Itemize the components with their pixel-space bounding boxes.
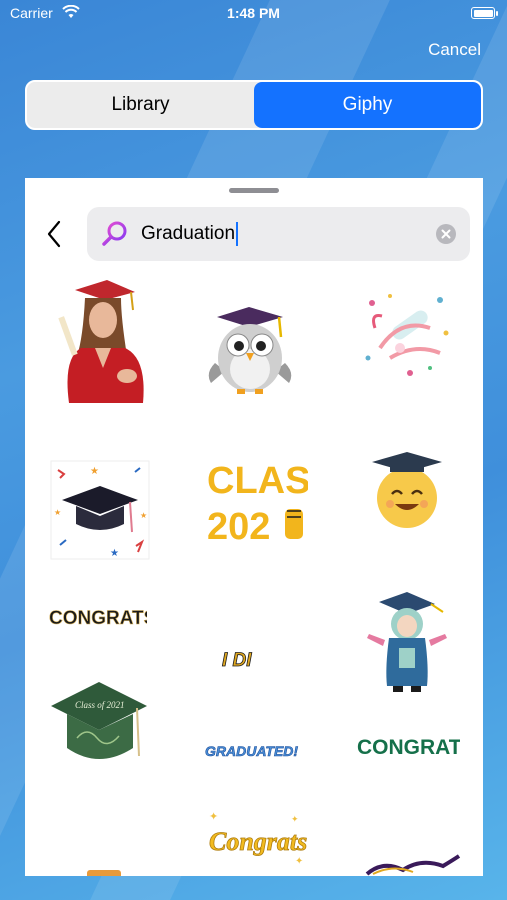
svg-text:★: ★ bbox=[90, 466, 99, 477]
status-bar: Carrier 1:48 PM bbox=[0, 0, 507, 30]
segment-giphy[interactable]: Giphy bbox=[254, 82, 481, 128]
sticker-class-2021[interactable]: CLASS 202 bbox=[203, 453, 308, 553]
sticker-green-cap-text: Class of 2021 bbox=[75, 700, 125, 710]
sticker-congrats-multicolor-text: CONGRATS bbox=[49, 608, 147, 629]
text-caret bbox=[236, 221, 239, 246]
sticker-idi-text: I DI bbox=[222, 650, 252, 671]
sticker-smiley-graduate[interactable] bbox=[370, 450, 445, 530]
sticker-partial-bottom[interactable] bbox=[87, 870, 121, 876]
sticker-green-cap-2021[interactable]: Class of 2021 bbox=[47, 678, 152, 773]
source-segmented-control: Library Giphy bbox=[25, 80, 483, 130]
sticker-congrats-green-text: CONGRATS bbox=[357, 736, 460, 759]
search-field[interactable]: Graduation bbox=[87, 207, 470, 261]
sticker-congrats-gold-text: Congrats bbox=[209, 827, 307, 856]
svg-text:✦: ✦ bbox=[295, 856, 303, 867]
sticker-congrats-cursive-partial[interactable] bbox=[363, 854, 463, 876]
sticker-graduate-woman[interactable] bbox=[55, 278, 155, 403]
clear-search-icon[interactable] bbox=[436, 224, 456, 244]
search-input[interactable]: Graduation bbox=[141, 207, 239, 261]
back-chevron-icon[interactable] bbox=[43, 218, 67, 250]
sticker-idi[interactable]: I DI bbox=[220, 646, 260, 672]
svg-text:✦: ✦ bbox=[209, 811, 218, 823]
clock: 1:48 PM bbox=[227, 5, 280, 21]
svg-text:★: ★ bbox=[54, 508, 61, 517]
sticker-graduated-text: GRADUATED! bbox=[205, 743, 298, 759]
sticker-owl[interactable] bbox=[205, 303, 295, 398]
sticker-class-line2: 202 bbox=[207, 506, 270, 548]
svg-text:★: ★ bbox=[110, 548, 119, 559]
sticker-congrats-green[interactable]: CONGRATS bbox=[355, 730, 460, 760]
cancel-button[interactable]: Cancel bbox=[428, 40, 481, 60]
svg-text:✦: ✦ bbox=[291, 814, 299, 824]
sticker-congrats-multicolor[interactable]: CONGRATS bbox=[47, 602, 147, 630]
sticker-diploma-ribbons[interactable] bbox=[360, 288, 455, 378]
sticker-cap-stars[interactable]: ★ ★ ★ ★ bbox=[50, 460, 150, 560]
sticker-class-line1: CLASS bbox=[207, 460, 308, 502]
battery-icon bbox=[471, 7, 498, 19]
sticker-hijab-graduate[interactable] bbox=[365, 588, 450, 698]
sheet-grabber[interactable] bbox=[229, 188, 279, 193]
sticker-graduated[interactable]: GRADUATED! bbox=[203, 738, 303, 762]
giphy-sheet: Graduation ★ ★ ★ ★ CLAS 202 CONGRATS I D… bbox=[25, 178, 483, 876]
sticker-congrats-gold[interactable]: ✦ ✦ ✦ Congrats bbox=[203, 808, 308, 870]
svg-text:★: ★ bbox=[140, 511, 147, 520]
search-icon bbox=[102, 221, 127, 246]
segment-library[interactable]: Library bbox=[27, 82, 254, 128]
